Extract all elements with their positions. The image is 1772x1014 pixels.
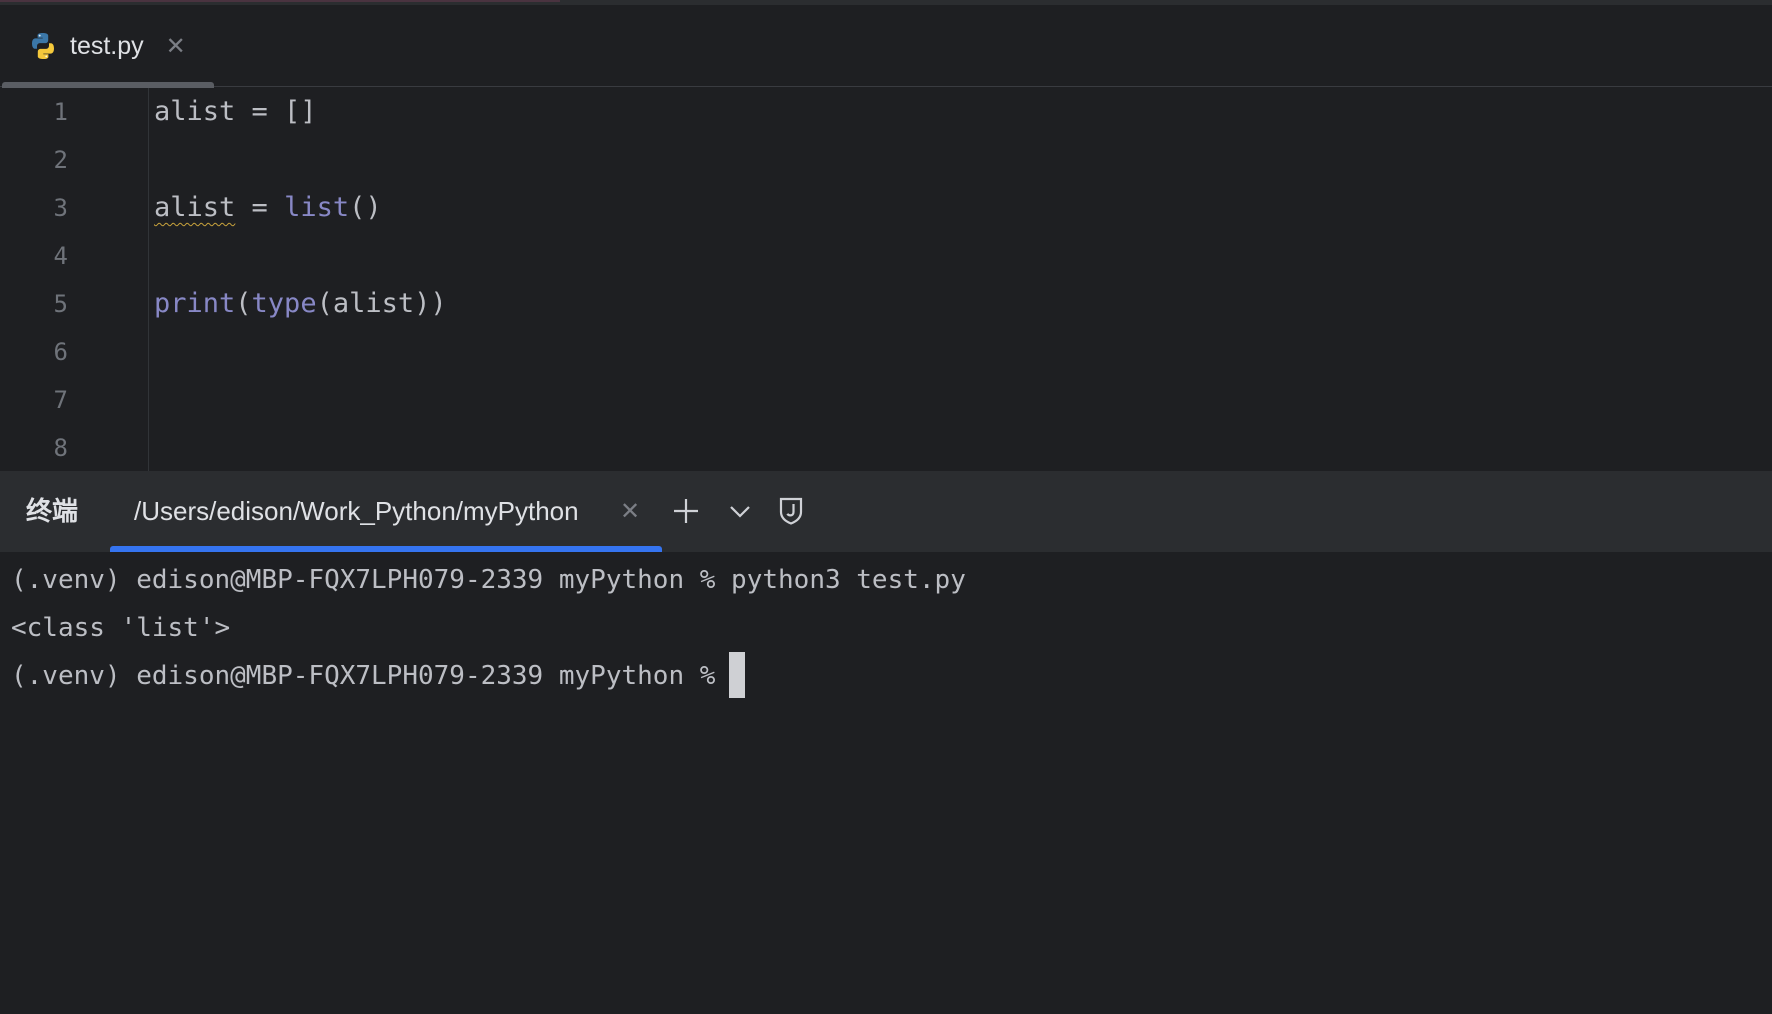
code-token: print [154, 288, 236, 319]
code-line[interactable]: 7 [0, 376, 1772, 424]
terminal-prompt-line: (.venv) edison@MBP-FQX7LPH079-2339 myPyt… [11, 651, 746, 700]
new-terminal-button[interactable] [666, 491, 706, 531]
terminal-line: <class 'list'> [11, 613, 231, 643]
shield-icon [779, 497, 803, 525]
terminal-session-label: /Users/edison/Work_Python/myPython [134, 496, 579, 526]
code-token: ( [235, 288, 252, 319]
chevron-down-icon [730, 506, 750, 518]
terminal-session-tab[interactable]: /Users/edison/Work_Python/myPython [110, 471, 662, 552]
line-number: 4 [53, 242, 68, 270]
terminal-prompt: (.venv) edison@MBP-FQX7LPH079-2339 myPyt… [11, 661, 716, 691]
plus-icon [674, 499, 698, 523]
line-number: 1 [53, 98, 68, 126]
code-text: alist = [] [154, 88, 317, 136]
code-token: () [349, 192, 382, 223]
terminal-header: 终端 /Users/edison/Work_Python/myPython ✕ [0, 471, 1772, 552]
line-number: 3 [53, 194, 68, 222]
code-token: = [235, 192, 285, 223]
terminal-title: 终端 [26, 496, 79, 526]
code-line[interactable]: 4 [0, 232, 1772, 280]
ide-window: test.py ✕ 1 alist = [] 2 3 alist = list() 4 5 p… [0, 0, 1772, 1014]
terminal-cursor [729, 651, 746, 698]
code-line[interactable]: 1 alist = [] [0, 88, 1772, 136]
code-line[interactable]: 3 alist = list() [0, 184, 1772, 232]
terminal-options-dropdown[interactable] [720, 491, 760, 531]
line-number: 2 [53, 146, 68, 174]
code-editor[interactable]: 1 alist = [] 2 3 alist = list() 4 5 print(type(… [0, 88, 1772, 471]
code-line[interactable]: 8 [0, 424, 1772, 472]
code-line[interactable]: 6 [0, 328, 1772, 376]
terminal-output[interactable]: (.venv) edison@MBP-FQX7LPH079-2339 myPyt… [0, 552, 1772, 1014]
code-token: alist = [] [154, 96, 317, 127]
line-number: 7 [53, 386, 68, 414]
code-token: (alist)) [316, 288, 447, 319]
window-top-accent [0, 0, 560, 2]
line-number: 6 [53, 338, 68, 366]
code-text: alist = list() [154, 184, 382, 232]
editor-tab-test-py[interactable]: test.py ✕ [2, 5, 214, 88]
python-file-icon [28, 31, 58, 61]
line-number: 8 [53, 434, 68, 462]
editor-tab-label: test.py [70, 31, 144, 60]
close-icon[interactable]: ✕ [620, 471, 640, 552]
close-icon[interactable]: ✕ [166, 32, 186, 61]
code-token: alist [154, 192, 236, 223]
code-token: type [251, 288, 317, 319]
terminal-shield-button[interactable] [771, 491, 811, 531]
line-number: 5 [53, 290, 68, 318]
code-token: list [284, 192, 350, 223]
terminal-line: (.venv) edison@MBP-FQX7LPH079-2339 myPyt… [11, 565, 966, 595]
editor-tab-bar: test.py ✕ [0, 5, 1772, 88]
code-line[interactable]: 5 print(type(alist)) [0, 280, 1772, 328]
code-text: print(type(alist)) [154, 280, 447, 328]
code-line[interactable]: 2 [0, 136, 1772, 184]
